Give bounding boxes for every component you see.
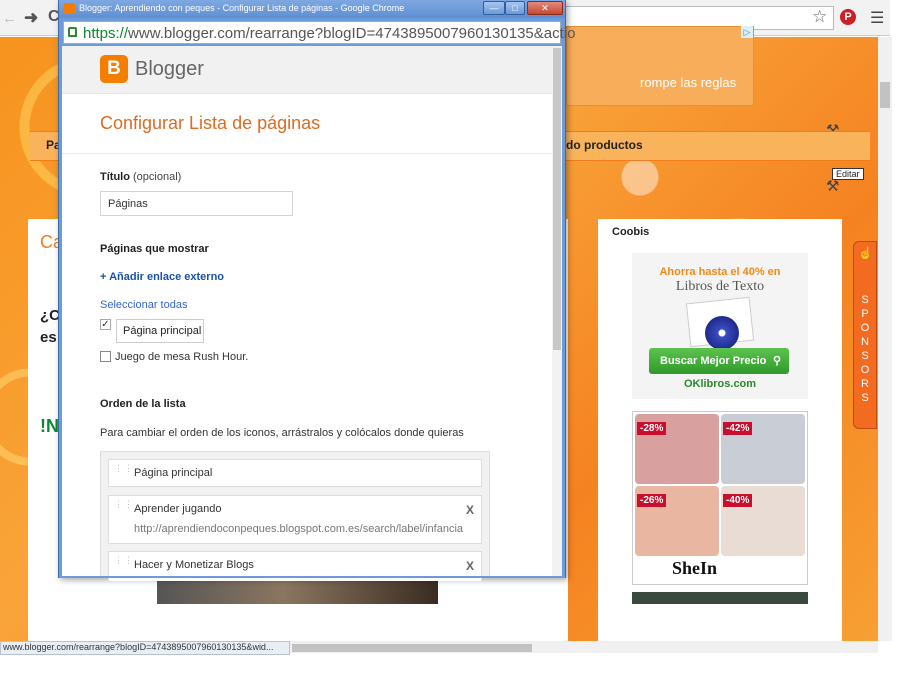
checkbox-pagina-principal[interactable]: ✓	[100, 319, 111, 330]
list-item-title: Página principal	[134, 467, 213, 479]
books-ad-title: Libros de Texto	[675, 279, 765, 294]
list-item-title: Hacer y Monetizar Blogs	[134, 559, 254, 571]
checkbox-rush-hour[interactable]	[100, 351, 111, 362]
list-item-title: Aprender jugando	[134, 503, 222, 515]
lock-icon	[68, 27, 77, 37]
shein-logo: SheIn	[672, 558, 718, 578]
popup-window-title: Blogger: Aprendiendo con peques - Config…	[79, 3, 405, 13]
pinterest-icon[interactable]: P	[840, 9, 856, 25]
title-input[interactable]	[100, 191, 293, 216]
url-path: www.blogger.com/rearrange?blogID=4743895…	[128, 25, 576, 42]
nav-item-productos[interactable]: do productos	[566, 138, 643, 152]
blogger-brand: Blogger	[135, 58, 204, 80]
discount-badge: -42%	[723, 422, 753, 435]
page-option-label[interactable]: Juego de mesa Rush Hour.	[115, 351, 248, 363]
add-external-link[interactable]: + Añadir enlace externo	[100, 271, 224, 283]
divider	[62, 153, 552, 154]
top-banner-ad[interactable]	[566, 26, 754, 106]
books-ad-button-label: Buscar Mejor Precio	[660, 355, 767, 367]
remove-item-button[interactable]: X	[466, 559, 474, 573]
select-all-link[interactable]: Seleccionar todas	[100, 299, 187, 311]
adchoices-icon[interactable]: ▷	[741, 26, 753, 38]
post-text-partial: ¿C es	[40, 307, 60, 346]
discount-badge: -26%	[637, 494, 667, 507]
books-ad-disc-image	[705, 316, 739, 350]
discount-badge: -28%	[637, 422, 667, 435]
status-bar-url: www.blogger.com/rearrange?blogID=4743895…	[0, 641, 290, 655]
drag-handle-icon[interactable]: ⋮⋮	[114, 500, 133, 509]
horizontal-scrollbar-thumb[interactable]	[292, 644, 532, 652]
list-item-url: http://aprendiendoconpeques.blogspot.com…	[134, 523, 464, 535]
maximize-button[interactable]: □	[505, 1, 525, 15]
drag-handle-icon[interactable]: ⋮⋮	[114, 556, 133, 565]
banner-ad-text: rompe las reglas	[640, 75, 737, 90]
sponsors-label: S P O N S O R S	[860, 294, 870, 404]
bookmark-star-icon[interactable]: ☆	[812, 7, 827, 27]
blogger-favicon-icon	[64, 3, 75, 14]
url-scheme: https://	[83, 25, 129, 42]
search-icon: ⚲	[772, 355, 781, 367]
thumbs-up-icon: ☝	[858, 246, 873, 260]
popup-bottom-border	[59, 576, 565, 578]
order-section-label: Orden de la lista	[100, 398, 186, 410]
page-scrollbar[interactable]	[878, 37, 892, 641]
drag-handle-icon[interactable]: ⋮⋮	[114, 464, 133, 473]
list-item[interactable]: ⋮⋮ Aprender jugando http://aprendiendoco…	[108, 495, 482, 544]
bottom-ad-partial[interactable]	[632, 592, 808, 604]
post-green-text: !N	[40, 416, 59, 436]
sidebar-title: Coobis	[612, 226, 650, 238]
discount-badge: -40%	[723, 494, 753, 507]
back-arrow-icon[interactable]: ←	[2, 10, 17, 27]
books-ad-button[interactable]: Buscar Mejor Precio ⚲	[649, 348, 789, 374]
page-title: Configurar Lista de páginas	[100, 113, 321, 133]
page-option-label[interactable]: Página principal	[116, 319, 204, 343]
page-scrollbar-thumb[interactable]	[880, 82, 890, 108]
list-item[interactable]: ⋮⋮ Página principal	[108, 459, 482, 487]
popup-url[interactable]: https://www.blogger.com/rearrange?blogID…	[83, 25, 575, 42]
menu-icon[interactable]: ☰	[870, 8, 884, 28]
blogger-logo-icon: B	[100, 55, 128, 83]
books-ad-tagline: Ahorra hasta el 40% en	[659, 266, 781, 278]
forward-arrow-icon[interactable]: ➜	[24, 8, 38, 28]
popup-scrollbar-thumb[interactable]	[553, 48, 561, 350]
title-field-label: Título (opcional)	[100, 171, 182, 183]
pages-section-label: Páginas que mostrar	[100, 243, 209, 255]
close-button[interactable]: ✕	[527, 1, 563, 15]
books-ad-logo: OKlibros.com	[683, 378, 757, 390]
edit-tooltip: Editar	[832, 168, 864, 180]
shein-ad[interactable]: -28% -42% -26% -40%	[632, 411, 808, 585]
order-instructions: Para cambiar el orden de los iconos, arr…	[100, 427, 464, 439]
remove-item-button[interactable]: X	[466, 503, 474, 517]
optional-hint: (opcional)	[133, 171, 182, 183]
minimize-button[interactable]: —	[483, 1, 505, 15]
